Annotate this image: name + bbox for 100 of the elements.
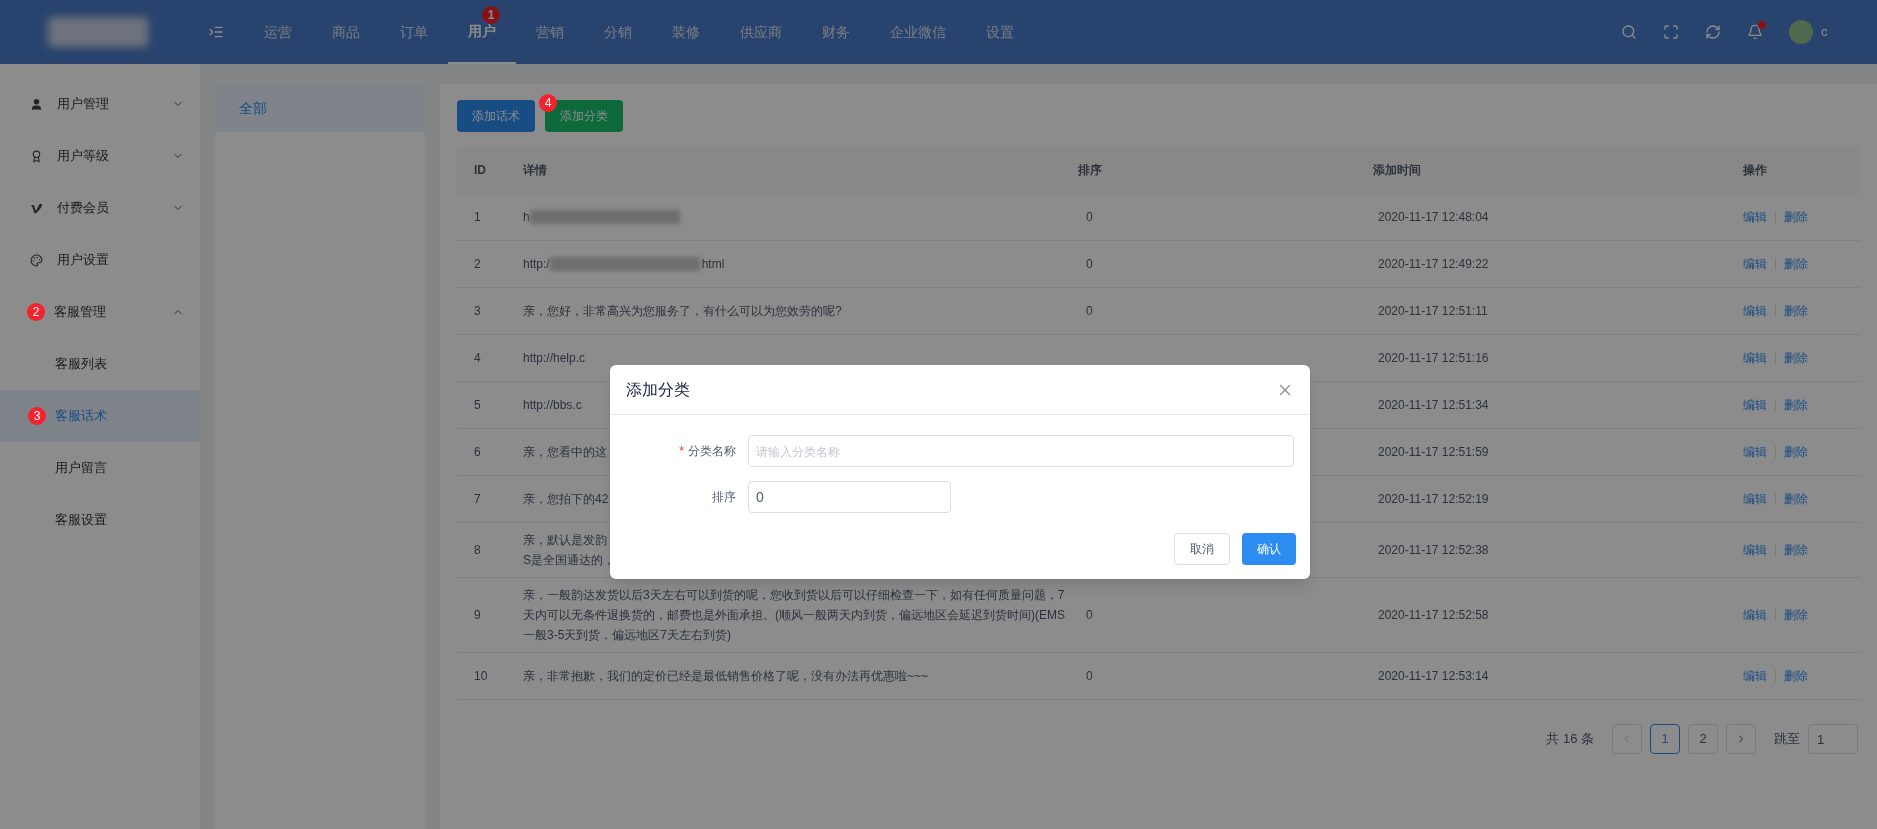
table-cell: 2020-11-17 12:51:34 [1373, 381, 1743, 429]
row-action-link[interactable]: 编辑 [1743, 302, 1767, 320]
table-cell: 2020-11-17 12:53:14 [1373, 652, 1743, 700]
table-cell: 2020-11-17 12:52:58 [1373, 577, 1743, 653]
table-cell: 2020-11-17 12:51:11 [1373, 287, 1743, 335]
step-marker: 4 [539, 94, 557, 112]
row-action-link[interactable]: 删除 [1784, 255, 1808, 273]
sidebar-item[interactable]: 用户管理 [0, 78, 200, 130]
row-action-link[interactable]: 编辑 [1743, 255, 1767, 273]
fullscreen-icon[interactable] [1663, 24, 1679, 40]
table-cell: 4 [457, 334, 523, 382]
row-action-link[interactable]: 删除 [1784, 396, 1808, 414]
row-action-link[interactable]: 编辑 [1743, 667, 1767, 685]
column-header: 操作 [1743, 146, 1860, 194]
sidebar-item[interactable]: 用户设置 [0, 234, 200, 286]
sidebar-item[interactable]: 2 客服管理 [0, 286, 200, 338]
table-cell: 0 [1078, 577, 1373, 653]
table-cell: 0 [1078, 194, 1373, 241]
row-action-link[interactable]: 编辑 [1743, 443, 1767, 461]
nav-tab[interactable]: 商品 [312, 0, 380, 64]
category-item[interactable]: 全部 [215, 84, 425, 132]
row-action-link[interactable]: 删除 [1784, 667, 1808, 685]
username[interactable]: c [1821, 22, 1861, 42]
jump-field[interactable]: 1 [1808, 724, 1858, 754]
sidebar-label: 付费会员 [57, 199, 109, 218]
sidebar-label: 用户等级 [57, 147, 109, 166]
sidebar-subitem[interactable]: 用户留言 [0, 442, 200, 494]
row-action-link[interactable]: 编辑 [1743, 490, 1767, 508]
page-button[interactable]: 1 [1650, 724, 1680, 754]
table-cell-text: 亲，一般韵达发货以后3天左右可以到货的呢，您收到货以后可以仔细检查一下，如有任何质量问题，7天内可以无条件退换货的，邮费也是外面承担。(顺风一般两天内到货，偏远地区会延迟到货时间)(EMS一般3-5天到货，偏远地区7天左右到货) [523, 587, 1066, 644]
nav-tab[interactable]: 运营 [244, 0, 312, 64]
table-cell: 2020-11-17 12:48:04 [1373, 194, 1743, 241]
table-cell-text: html [701, 256, 725, 273]
nav-tab[interactable]: 设置 [966, 0, 1034, 64]
sidebar-subitem[interactable]: 3 客服话术 [0, 390, 200, 442]
v-logo-icon [30, 201, 43, 215]
row-action-link[interactable]: 编辑 [1743, 208, 1767, 226]
sidebar-item[interactable]: 付费会员 [0, 182, 200, 234]
row-action-link[interactable]: 删除 [1784, 541, 1808, 559]
text-field[interactable]: 0 [748, 481, 951, 513]
table-cell: 3 [457, 287, 523, 335]
row-action-link[interactable]: 删除 [1784, 606, 1808, 624]
avatar[interactable] [1789, 20, 1813, 44]
table-cell: 2020-11-17 12:52:38 [1373, 522, 1743, 578]
row-action-link[interactable]: 删除 [1784, 349, 1808, 367]
nav-tab[interactable]: 装修 [652, 0, 720, 64]
table-cell: 2020-11-17 12:52:19 [1373, 475, 1743, 523]
page-button[interactable]: 2 [1688, 724, 1718, 754]
search-icon[interactable] [1621, 24, 1637, 40]
table-cell-text: http://help.c [523, 350, 586, 367]
table-cell-text: http://bbs.c [523, 397, 582, 414]
sidebar-item[interactable]: 用户等级 [0, 130, 200, 182]
dialog-button[interactable]: 取消 [1174, 533, 1230, 565]
row-action-link[interactable]: 删除 [1784, 208, 1808, 226]
nav-tab[interactable]: 营销 [516, 0, 584, 64]
table-cell: 5 [457, 381, 523, 429]
table-cell: 2 [457, 240, 523, 288]
column-header: 排序 [1078, 146, 1373, 194]
row-action-link[interactable]: 删除 [1784, 490, 1808, 508]
table-cell: 2020-11-17 12:51:16 [1373, 334, 1743, 382]
total-count: 共 16 条 [1546, 730, 1594, 749]
table-cell: 0 [1078, 287, 1373, 335]
nav-tab[interactable]: 供应商 [720, 0, 802, 64]
field-label: 排序 [712, 489, 736, 506]
row-action-link[interactable]: 编辑 [1743, 606, 1767, 624]
jump-label: 跳至 [1774, 730, 1800, 749]
sidebar-subitem[interactable]: 客服列表 [0, 338, 200, 390]
refresh-icon[interactable] [1705, 24, 1721, 40]
row-action-link[interactable]: 删除 [1784, 302, 1808, 320]
row-action-link[interactable]: 编辑 [1743, 541, 1767, 559]
sidebar-label: 客服管理 [54, 303, 106, 322]
award-icon [30, 149, 43, 163]
table-cell: 2020-11-17 12:51:59 [1373, 428, 1743, 476]
table-cell: 1 [457, 194, 523, 241]
nav-tab[interactable]: 财务 [802, 0, 870, 64]
row-action-link[interactable]: 编辑 [1743, 349, 1767, 367]
table-cell: 2020-11-17 12:49:22 [1373, 240, 1743, 288]
column-header: 详情 [523, 146, 1078, 194]
table-cell-text: 亲，您看中的这 [523, 444, 607, 461]
nav-tab[interactable]: 用户 1 [448, 0, 516, 64]
table-cell: 0 [1078, 240, 1373, 288]
table-cell-text: h [523, 209, 530, 226]
row-action-link[interactable]: 编辑 [1743, 396, 1767, 414]
menu-icon[interactable] [208, 24, 224, 40]
dialog-button[interactable]: 确认 [1242, 533, 1296, 565]
table-cell: 7 [457, 475, 523, 523]
table-cell: 6 [457, 428, 523, 476]
table-cell-text: 亲，非常抱歉，我们的定价已经是最低销售价格了呢，没有办法再优惠啦~~~ [523, 668, 929, 685]
bell-icon[interactable] [1747, 24, 1763, 40]
table-cell-text: 亲，默认是发韵 S是全国通达的， [523, 532, 615, 569]
toolbar-button[interactable]: 添加话术 [457, 100, 535, 132]
sidebar-subitem[interactable]: 客服设置 [0, 494, 200, 546]
nav-tab[interactable]: 订单 [380, 0, 448, 64]
dialog-title: 添加分类 [626, 379, 690, 400]
table-cell: 0 [1078, 652, 1373, 700]
row-action-link[interactable]: 删除 [1784, 443, 1808, 461]
table-cell: 9 [457, 577, 523, 653]
nav-tab[interactable]: 企业微信 [870, 0, 966, 64]
nav-tab[interactable]: 分销 [584, 0, 652, 64]
sidebar-label: 用户设置 [57, 251, 109, 270]
